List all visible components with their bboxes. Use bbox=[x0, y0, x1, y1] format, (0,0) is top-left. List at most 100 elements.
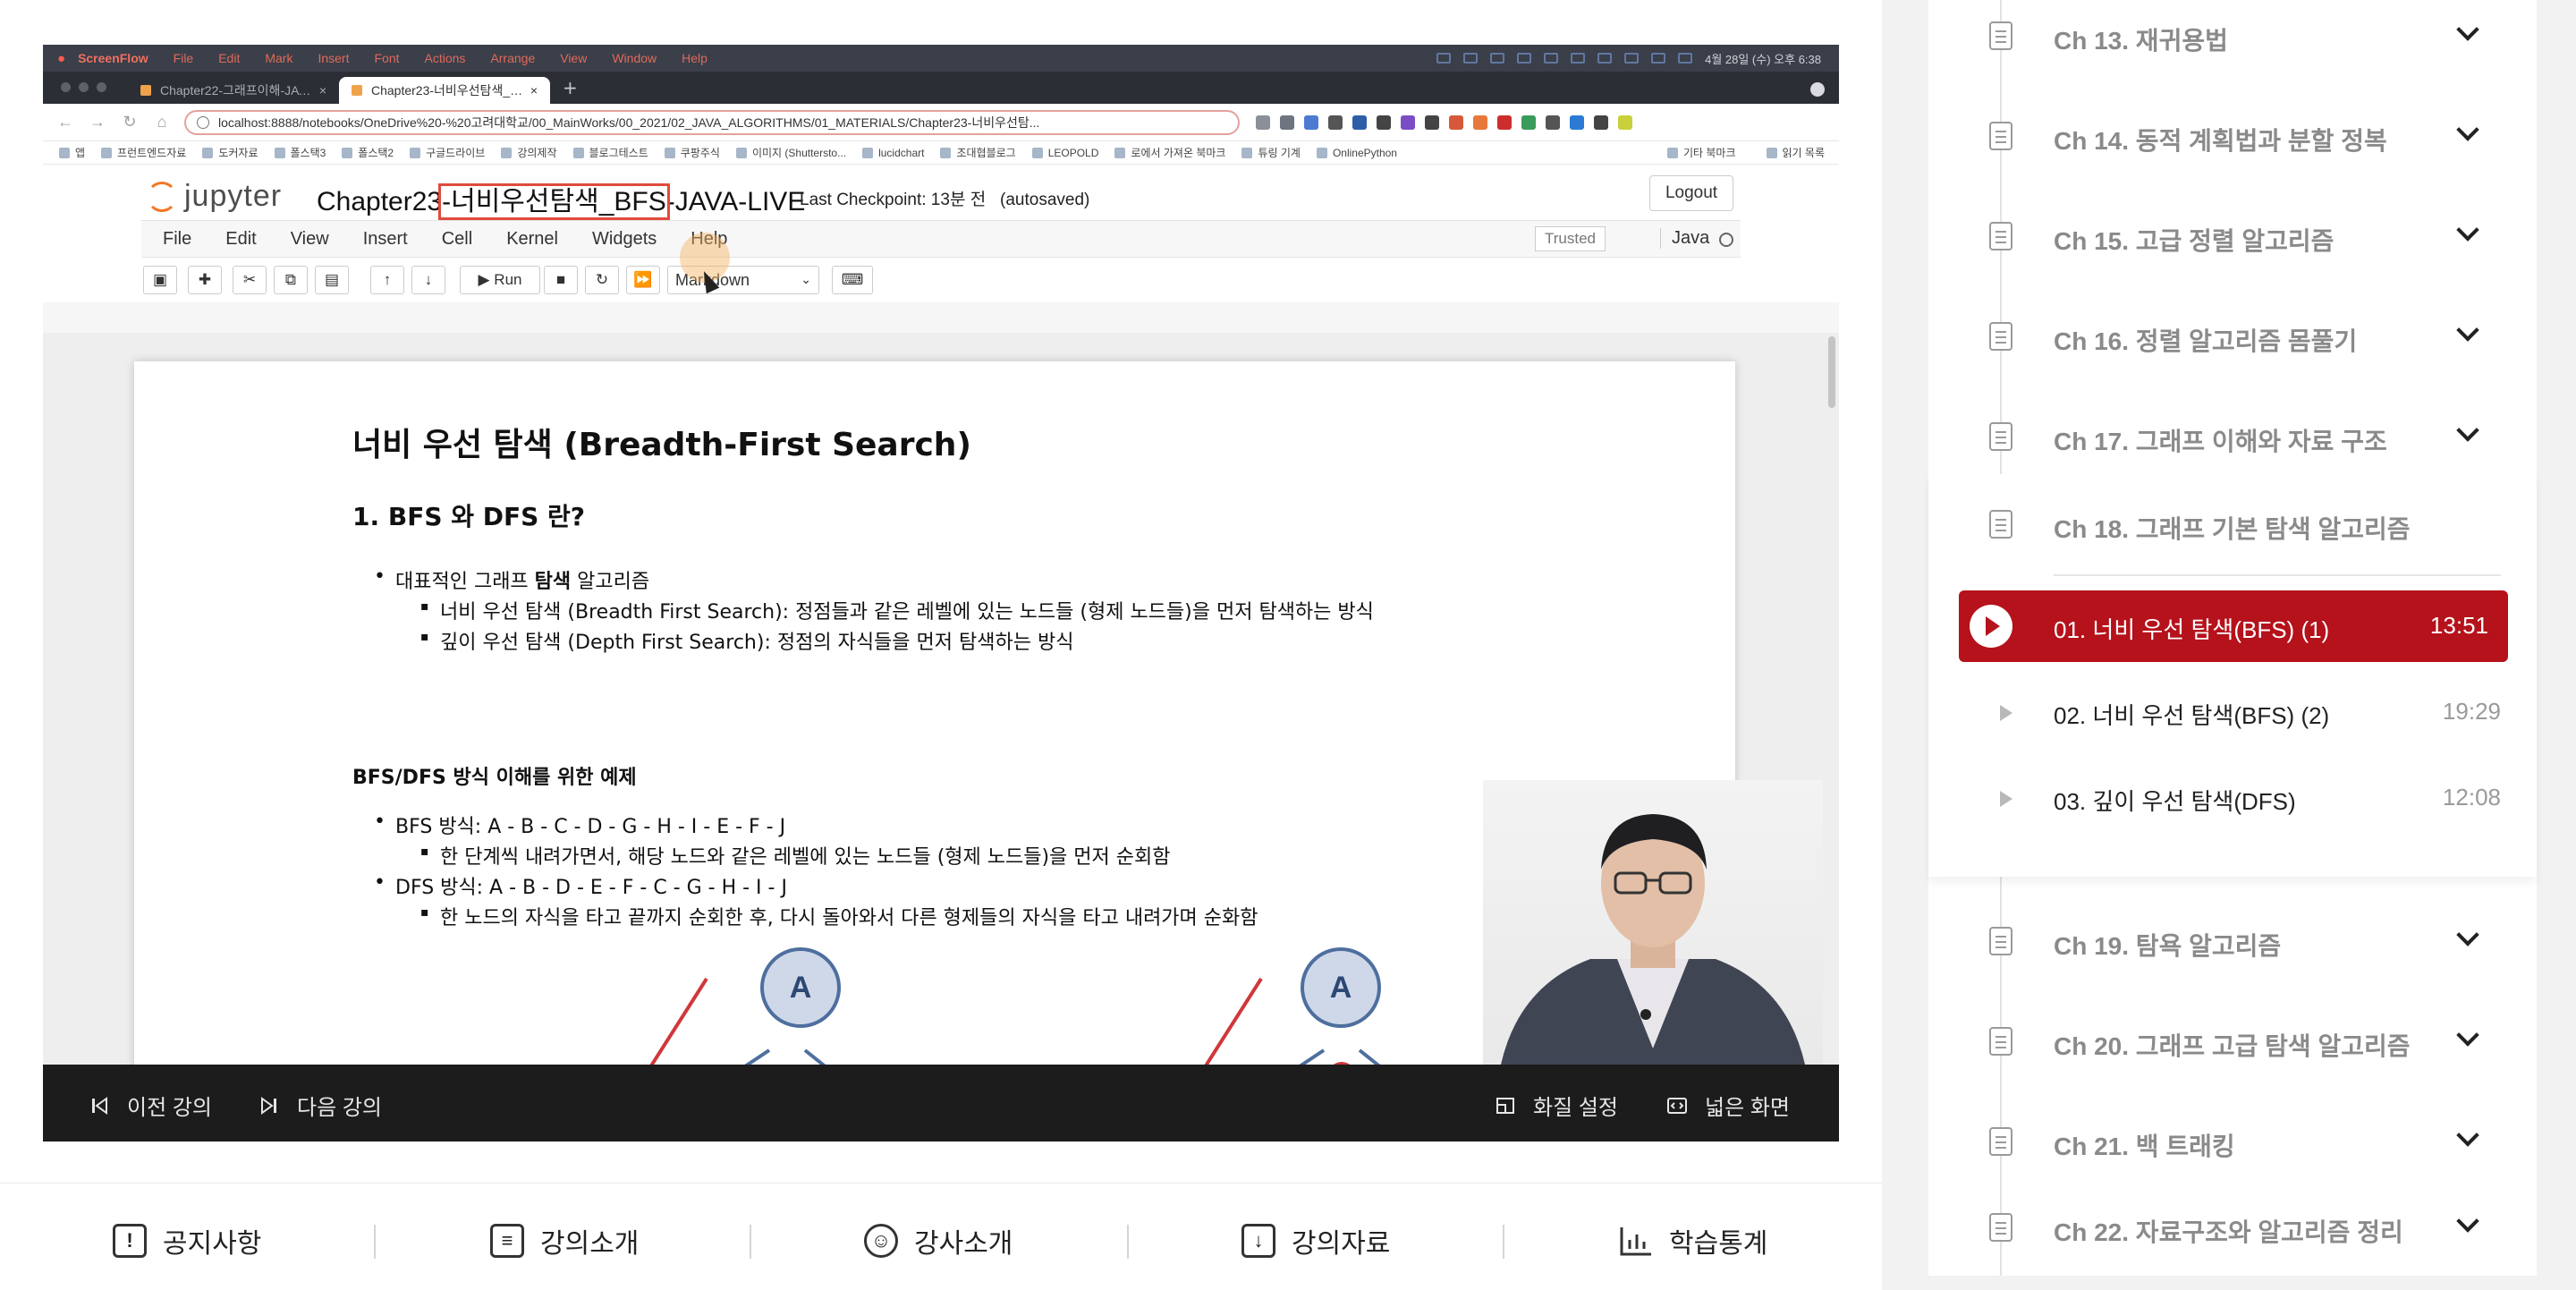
notebook-subbullet: 깊이 우선 탐색 (Depth First Search): 정점의 자식들을 … bbox=[420, 626, 1073, 655]
logout-button: Logout bbox=[1649, 175, 1733, 211]
tray-icon bbox=[1463, 53, 1479, 64]
lesson-title: 01. 너비 우선 탐색(BFS) (1) bbox=[2054, 616, 2330, 643]
chapter-item[interactable]: Ch 20. 그래프 고급 탐색 알고리즘 bbox=[1928, 991, 2537, 1091]
chapter-item[interactable]: Ch 15. 고급 정렬 알고리즘 bbox=[1928, 186, 2537, 286]
title-highlight: -너비우선탐색_BFS bbox=[438, 183, 670, 220]
extension-icon bbox=[1377, 115, 1391, 130]
tray-icon bbox=[1544, 53, 1559, 64]
tab-divider bbox=[1127, 1225, 1129, 1259]
tab-stats[interactable]: 학습통계 bbox=[1619, 1221, 1767, 1260]
wide-screen-icon bbox=[1667, 1097, 1687, 1114]
tab-materials[interactable]: ↓ 강의자료 bbox=[1241, 1221, 1390, 1260]
clipboard-icon: ≡ bbox=[490, 1224, 524, 1258]
menubar-item: Arrange bbox=[490, 51, 536, 65]
extension-icon bbox=[1304, 115, 1318, 130]
menu-view: View bbox=[290, 228, 329, 249]
lesson-item[interactable]: 02. 너비 우선 탐색(BFS) (2) 19:29 bbox=[1928, 676, 2537, 748]
chevron-down-icon[interactable] bbox=[2456, 1209, 2479, 1233]
chevron-down-icon[interactable] bbox=[2456, 1124, 2479, 1147]
quality-settings-button[interactable]: 화질 설정 bbox=[1496, 1090, 1618, 1121]
lesson-duration: 13:51 bbox=[2429, 612, 2488, 639]
bookmark-item: 도커자료 bbox=[202, 145, 258, 160]
chevron-down-icon[interactable] bbox=[2456, 118, 2479, 141]
graph-node: A bbox=[1301, 947, 1381, 1028]
chapter-title: Ch 15. 고급 정렬 알고리즘 bbox=[2054, 227, 2334, 255]
jupyter-favicon-icon bbox=[352, 85, 362, 96]
menubar-item: Actions bbox=[424, 51, 466, 65]
insert-cell-icon: ✚ bbox=[188, 266, 222, 294]
document-icon bbox=[1989, 1127, 2012, 1156]
extension-icon bbox=[1473, 115, 1487, 130]
keyboard-icon: ⌨ bbox=[832, 266, 873, 294]
quality-icon bbox=[1496, 1097, 1514, 1114]
jupyter-logo: jupyter bbox=[147, 179, 282, 214]
menu-widgets: Widgets bbox=[592, 228, 657, 249]
bookmark-item: 쿠팡주식 bbox=[664, 145, 720, 160]
curriculum-panel: Ch 13. 재귀용법 Ch 14. 동적 계획법과 분할 정복 Ch 15. … bbox=[1882, 0, 2576, 1290]
notebook-heading: 너비 우선 탐색 (Breadth-First Search) bbox=[352, 427, 971, 463]
menubar-app-name: ScreenFlow bbox=[78, 51, 148, 65]
cut-icon: ✂ bbox=[233, 266, 267, 294]
chapter-item[interactable]: Ch 16. 정렬 알고리즘 몸풀기 bbox=[1928, 286, 2537, 386]
lesson-item[interactable]: 03. 깊이 우선 탐색(DFS) 12:08 bbox=[1928, 762, 2537, 834]
tray-icon bbox=[1624, 53, 1640, 64]
chevron-down-icon: ⌄ bbox=[801, 272, 811, 286]
browser-tab-label: Chapter22-그래프이해-JAVA - J bbox=[160, 83, 312, 98]
menubar-item: Help bbox=[682, 51, 708, 65]
menubar-item: Font bbox=[374, 51, 400, 65]
notebook-bullet: BFS 방식: A - B - C - D - G - H - I - E - … bbox=[374, 810, 785, 839]
wide-screen-button[interactable]: 넓은 화면 bbox=[1667, 1090, 1790, 1121]
chapter-title: Ch 14. 동적 계획법과 분할 정복 bbox=[2054, 127, 2387, 155]
notebook-title: Chapter23-너비우선탐색_BFS-JAVA-LIVE bbox=[317, 179, 806, 220]
chapter-item-current[interactable]: Ch 18. 그래프 기본 탐색 알고리즘 bbox=[1928, 474, 2537, 574]
chevron-down-icon[interactable] bbox=[2456, 218, 2479, 242]
chapter-item[interactable]: Ch 17. 그래프 이해와 자료 구조 bbox=[1928, 386, 2537, 487]
extension-icon bbox=[1449, 115, 1463, 130]
browser-tab-active: Chapter23-너비우선탐색_BFS-J × bbox=[339, 77, 550, 104]
save-icon: ▣ bbox=[143, 266, 177, 294]
bookmark-item: 폴스택3 bbox=[274, 145, 326, 160]
chevron-down-icon[interactable] bbox=[2456, 1023, 2479, 1047]
document-icon bbox=[1989, 422, 2012, 451]
tab-course-intro[interactable]: ≡ 강의소개 bbox=[490, 1221, 639, 1260]
title-suffix: -JAVA-LIVE bbox=[665, 187, 806, 216]
browser-toolbar: ← → ↻ ⌂ localhost:8888/notebooks/OneDriv… bbox=[43, 104, 1839, 141]
tab-stats-label: 학습통계 bbox=[1669, 1229, 1768, 1259]
bookmark-item: 앱 bbox=[59, 145, 85, 160]
menubar-item: Insert bbox=[318, 51, 350, 65]
chapter-item[interactable]: Ch 13. 재귀용법 bbox=[1928, 0, 2537, 86]
prev-lecture-button[interactable]: 이전 강의 bbox=[89, 1090, 212, 1121]
jupyter-logo-icon bbox=[147, 181, 177, 212]
chapter-item[interactable]: Ch 22. 자료구조와 알고리즘 정리 bbox=[1928, 1177, 2537, 1277]
play-icon bbox=[2000, 791, 2012, 807]
close-tab-icon: × bbox=[530, 83, 538, 98]
chevron-down-icon[interactable] bbox=[2456, 18, 2479, 41]
chapter-item[interactable]: Ch 19. 탐욕 알고리즘 bbox=[1928, 891, 2537, 991]
chapter-item[interactable]: Ch 14. 동적 계획법과 분할 정복 bbox=[1928, 86, 2537, 186]
tab-divider bbox=[750, 1225, 751, 1259]
tab-divider bbox=[1503, 1225, 1504, 1259]
close-tab-icon: × bbox=[318, 83, 326, 98]
extension-icon bbox=[1280, 115, 1294, 130]
extension-icon bbox=[1256, 115, 1270, 130]
run-icon: ▶ bbox=[478, 271, 495, 288]
mac-menubar: ● ScreenFlow File Edit Mark Insert Font … bbox=[43, 45, 1839, 72]
kernel-name: Java bbox=[1660, 228, 1709, 249]
back-icon: ← bbox=[57, 113, 73, 131]
url-bar: localhost:8888/notebooks/OneDrive%20-%20… bbox=[184, 109, 1240, 135]
lesson-item-active[interactable]: 01. 너비 우선 탐색(BFS) (1) 13:51 bbox=[1959, 590, 2508, 662]
tab-notice[interactable]: ! 공지사항 bbox=[113, 1221, 261, 1260]
menubar-item: File bbox=[173, 51, 194, 65]
tray-icon bbox=[1651, 53, 1666, 64]
next-lecture-button[interactable]: 다음 강의 bbox=[259, 1090, 382, 1121]
chevron-down-icon[interactable] bbox=[2456, 923, 2479, 946]
title-prefix: Chapter23 bbox=[317, 187, 443, 216]
video-player[interactable]: ● ScreenFlow File Edit Mark Insert Font … bbox=[43, 45, 1839, 1065]
extension-icons bbox=[1256, 115, 1632, 130]
chevron-down-icon[interactable] bbox=[2456, 318, 2479, 342]
next-lecture-label: 다음 강의 bbox=[297, 1096, 382, 1120]
tab-course-intro-label: 강의소개 bbox=[540, 1229, 640, 1259]
tab-instructor-intro[interactable]: ☺ 강사소개 bbox=[864, 1221, 1013, 1260]
jupyter-logo-text: jupyter bbox=[184, 179, 283, 213]
chevron-down-icon[interactable] bbox=[2456, 419, 2479, 442]
